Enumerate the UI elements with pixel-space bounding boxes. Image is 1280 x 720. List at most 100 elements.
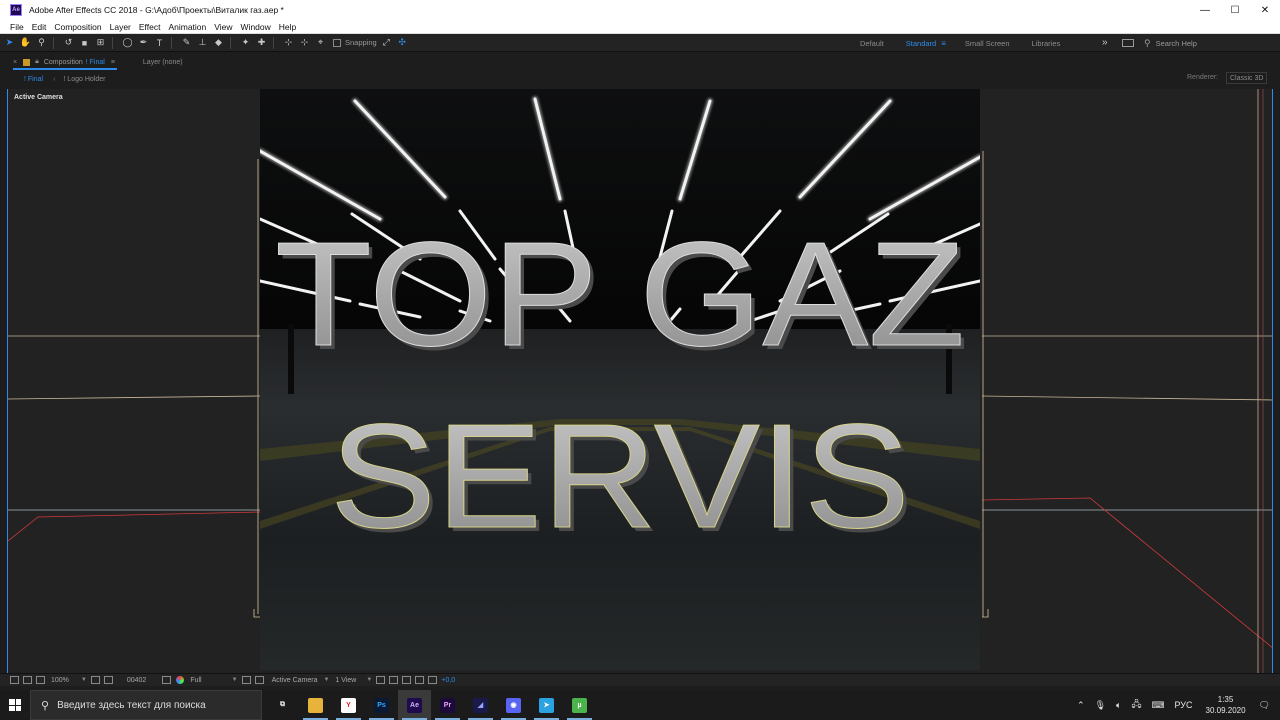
reset-exposure-icon[interactable] bbox=[428, 676, 438, 684]
taskbar-app-media-encoder[interactable]: ◢ bbox=[464, 690, 497, 720]
mask-visibility-icon[interactable] bbox=[23, 676, 32, 684]
taskbar-app-file-explorer[interactable]: ▬ bbox=[299, 690, 332, 720]
zoom-tool-icon[interactable]: ⚲ bbox=[35, 36, 48, 49]
network-icon[interactable]: 🖧︎ bbox=[1131, 697, 1141, 713]
menu-item-composition[interactable]: Composition bbox=[54, 22, 101, 32]
resolution-dropdown[interactable]: Full ▼ bbox=[190, 677, 237, 684]
toggle-pixel-aspect-icon[interactable] bbox=[376, 676, 386, 684]
view-layout-dropdown[interactable]: 1 View ▼ bbox=[335, 677, 372, 684]
taskbar-app-premiere-pro[interactable]: Pr bbox=[431, 690, 464, 720]
world-axis-icon[interactable]: ⊹ bbox=[298, 36, 311, 49]
roto-brush-tool-icon[interactable]: ✦ bbox=[239, 36, 252, 49]
magnification-dropdown[interactable]: 100% ▼ bbox=[51, 677, 87, 684]
resolution-value: Full bbox=[190, 676, 202, 684]
channel-color-icon[interactable] bbox=[176, 676, 185, 684]
menu-item-layer[interactable]: Layer bbox=[110, 22, 131, 32]
snapping-checkbox[interactable] bbox=[333, 38, 341, 47]
after-effects-icon: Ae bbox=[407, 697, 422, 713]
toolbar-divider bbox=[230, 36, 231, 49]
workspace-libraries[interactable]: Libraries bbox=[1032, 39, 1061, 48]
close-button[interactable]: ✕ bbox=[1250, 0, 1280, 20]
windows-logo-icon bbox=[9, 699, 21, 711]
renderer-dropdown[interactable]: Classic 3D bbox=[1226, 72, 1268, 84]
search-help-field[interactable]: ⚲ Search Help bbox=[1144, 36, 1274, 50]
microphone-icon[interactable]: 🎙︎ bbox=[1095, 700, 1106, 711]
chevron-up-icon[interactable]: ⌃ bbox=[1077, 700, 1085, 711]
camera-tool-icon[interactable]: ■ bbox=[78, 36, 91, 49]
taskbar-app-after-effects[interactable]: Ae bbox=[398, 690, 431, 720]
close-panel-icon[interactable]: × bbox=[13, 59, 17, 66]
taskbar-app-yandex-browser[interactable]: Y bbox=[332, 690, 365, 720]
lock-icon[interactable]: 🔒︎ bbox=[35, 58, 39, 66]
current-time-field[interactable]: 00402 bbox=[127, 677, 146, 684]
menu-item-window[interactable]: Window bbox=[241, 22, 271, 32]
keyboard-icon[interactable]: ⌨ bbox=[1151, 700, 1164, 711]
layer-panel-tab[interactable]: Layer (none) bbox=[143, 59, 183, 66]
rotation-tool-icon[interactable]: ↺ bbox=[62, 36, 75, 49]
taskbar-app-discord[interactable]: ◉ bbox=[497, 690, 530, 720]
exposure-value[interactable]: +0,0 bbox=[441, 677, 455, 684]
speaker-icon[interactable]: 🔈︎ bbox=[1116, 700, 1121, 711]
draft-3d-icon[interactable] bbox=[389, 676, 399, 684]
composition-tab-name[interactable]: ! Final bbox=[86, 59, 105, 66]
system-tray: ⌃ 🎙︎ 🔈︎ 🖧︎ ⌨ РУС 1:35 30.09.2020 🗨︎ bbox=[1072, 690, 1280, 720]
flowchart-icon[interactable] bbox=[415, 676, 425, 684]
menu-item-help[interactable]: Help bbox=[279, 22, 296, 32]
brush-tool-icon[interactable]: ✎ bbox=[180, 36, 193, 49]
menu-item-file[interactable]: File bbox=[10, 22, 24, 32]
local-axis-icon[interactable]: ⊹ bbox=[282, 36, 295, 49]
taskbar-app-photoshop[interactable]: Ps bbox=[365, 690, 398, 720]
camera-view-dropdown[interactable]: Active Camera ▼ bbox=[272, 677, 330, 684]
taskbar-apps: ⧉ ▬ Y Ps Ae Pr ◢ ◉ ➤ µ bbox=[266, 690, 596, 720]
composition-subtab-logo-holder[interactable]: ! Logo Holder bbox=[63, 76, 105, 83]
minimize-button[interactable]: — bbox=[1190, 0, 1220, 20]
pan-behind-tool-icon[interactable]: ⊞ bbox=[94, 36, 107, 49]
more-workspaces-button[interactable]: » bbox=[1102, 37, 1108, 48]
taskbar-app-utorrent[interactable]: µ bbox=[563, 690, 596, 720]
panel-menu-icon[interactable]: ≡ bbox=[111, 59, 115, 66]
timeline-icon[interactable] bbox=[402, 676, 412, 684]
maximize-button[interactable]: ☐ bbox=[1220, 0, 1250, 20]
type-tool-icon[interactable]: T bbox=[153, 36, 166, 49]
selection-tool-icon[interactable]: ➤ bbox=[3, 36, 16, 49]
vr-icon[interactable] bbox=[36, 676, 45, 684]
composition-viewer[interactable]: TOP GAZ TOP GAZ SERVIS SERVIS Active Cam… bbox=[7, 89, 1273, 673]
composition-tab-label[interactable]: Composition bbox=[44, 59, 83, 66]
composition-frame[interactable]: TOP GAZ TOP GAZ SERVIS SERVIS bbox=[260, 89, 980, 670]
snap-features-icon[interactable]: ✣ bbox=[396, 36, 409, 49]
taskbar-search-box[interactable]: ⚲ Введите здесь текст для поиска bbox=[30, 690, 262, 720]
photoshop-icon: Ps bbox=[374, 697, 389, 713]
taskbar-app-telegram[interactable]: ➤ bbox=[530, 690, 563, 720]
notifications-icon[interactable]: 🗨︎ bbox=[1259, 700, 1270, 711]
clone-stamp-tool-icon[interactable]: ⊥ bbox=[196, 36, 209, 49]
magnification-value: 100% bbox=[51, 676, 69, 684]
menu-item-edit[interactable]: Edit bbox=[32, 22, 47, 32]
snap-edges-icon[interactable]: ⤢ bbox=[380, 36, 393, 49]
menu-item-animation[interactable]: Animation bbox=[168, 22, 206, 32]
input-language[interactable]: РУС bbox=[1174, 700, 1192, 710]
snapping-toggle[interactable]: Snapping ⤢ ✣ bbox=[333, 36, 409, 49]
eraser-tool-icon[interactable]: ◆ bbox=[212, 36, 225, 49]
workspace-panel-icon[interactable] bbox=[1122, 39, 1134, 47]
puppet-tool-icon[interactable]: ✚ bbox=[255, 36, 268, 49]
workspace-menu-icon[interactable]: ≡ bbox=[941, 39, 946, 48]
snapshot-camera-icon[interactable] bbox=[162, 676, 172, 684]
view-axis-icon[interactable]: ⌖ bbox=[314, 36, 327, 49]
ellipse-tool-icon[interactable]: ◯ bbox=[121, 36, 134, 49]
region-of-interest-icon[interactable] bbox=[103, 676, 113, 684]
composition-subtab-final[interactable]: ! Final bbox=[24, 76, 43, 83]
hand-tool-icon[interactable]: ✋ bbox=[19, 36, 32, 49]
workspace-small-screen[interactable]: Small Screen bbox=[965, 39, 1010, 48]
taskbar-app-task-view[interactable]: ⧉ bbox=[266, 690, 299, 720]
grid-guides-icon[interactable] bbox=[90, 676, 100, 684]
menu-item-view[interactable]: View bbox=[214, 22, 232, 32]
fast-previews-icon[interactable] bbox=[241, 676, 251, 684]
pen-tool-icon[interactable]: ✒ bbox=[137, 36, 150, 49]
always-preview-icon[interactable] bbox=[10, 676, 19, 684]
start-button[interactable] bbox=[0, 690, 30, 720]
workspace-standard[interactable]: Standard bbox=[906, 39, 936, 48]
clock[interactable]: 1:35 30.09.2020 bbox=[1206, 694, 1246, 716]
transparency-grid-icon[interactable] bbox=[254, 676, 264, 684]
menu-item-effect[interactable]: Effect bbox=[139, 22, 161, 32]
workspace-default[interactable]: Default bbox=[860, 39, 884, 48]
